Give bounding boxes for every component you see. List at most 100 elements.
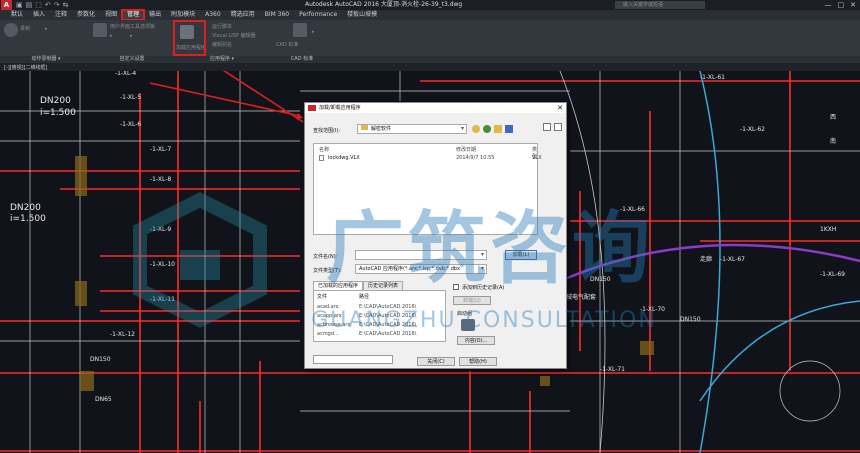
briefcase-icon <box>461 319 475 331</box>
redo-icon[interactable]: ↷ <box>54 0 60 10</box>
viewport-controls[interactable]: [-][俯视][二维线框] <box>0 63 860 71</box>
back-icon[interactable] <box>472 125 480 133</box>
autocad-logo-icon[interactable]: A <box>1 0 12 10</box>
drawing-label: -1-XL-4 <box>115 71 136 77</box>
file-list[interactable]: 名称 修改日期 类型 lockdwg.VLX 2014/9/7 10:55 VL… <box>313 143 542 235</box>
cad-standards-button[interactable]: CAD 标准 <box>276 41 298 49</box>
panel-label-customization: 自定义设置 <box>119 56 145 62</box>
tab-10[interactable]: BIM 360 <box>260 10 294 20</box>
tab-11[interactable]: Performance <box>294 10 342 20</box>
startup-suite-label: 启动组 <box>457 311 473 317</box>
panel-label-action-recorder[interactable]: 动作录制器 ▾ <box>0 56 92 63</box>
tab-2[interactable]: 注释 <box>50 10 72 20</box>
record-icon[interactable] <box>4 23 18 37</box>
app-file-path: E:\CAD\AutoCAD 2016\ <box>359 304 417 310</box>
drawing-label: -1-XL-5 <box>120 94 141 101</box>
minimize-button[interactable]: — <box>825 0 832 10</box>
standards-expand-icon[interactable]: ▸ <box>312 28 315 36</box>
ribbon-tabs: 默认 插入 注释 参数化 视图 管理 输出 附加模块 A360 精选应用 BIM 360 Perfor… <box>0 9 860 21</box>
unload-button[interactable]: 卸载(U) <box>453 296 491 305</box>
app-file-name[interactable]: acbrowse.arx <box>317 322 350 328</box>
file-type: VLX <box>532 155 542 161</box>
column-4 <box>640 341 654 355</box>
open-icon[interactable]: ▤ <box>26 0 33 10</box>
drawing-label: DN200 <box>10 203 41 213</box>
filetype-label: 文件类型(T): <box>313 268 342 274</box>
drawing-label: i=1.500 <box>40 108 76 118</box>
ui-expand-icon[interactable]: ▸ <box>110 32 113 40</box>
undo-icon[interactable]: ↶ <box>45 0 51 10</box>
tab-8[interactable]: A360 <box>200 10 226 20</box>
tab-3[interactable]: 参数化 <box>72 10 100 20</box>
user-interface-button[interactable]: 用户界面 <box>110 23 130 31</box>
search-input[interactable]: 键入关键字或短语 <box>615 1 705 9</box>
drawing-label: -1-XL-8 <box>150 176 171 183</box>
app-file-path: E:\CAD\AutoCAD 2016\ <box>359 313 417 319</box>
tool-palettes-button[interactable]: 工具选项板 <box>130 23 155 31</box>
panel-label-cad-standards: CAD 标准 <box>290 56 314 62</box>
applist-header-path[interactable]: 路径 <box>359 293 369 300</box>
maximize-button[interactable]: □ <box>838 0 845 10</box>
tools-icon[interactable] <box>554 123 562 131</box>
close-dialog-button[interactable]: 关闭(C) <box>417 357 455 366</box>
play-icon[interactable]: ▸ <box>45 25 48 33</box>
help-button[interactable]: 帮助(H) <box>459 357 497 366</box>
history-checkbox-label[interactable]: 添加到历史记录(A) <box>462 284 504 291</box>
run-script-button[interactable]: 运行脚本 <box>212 23 232 31</box>
record-button[interactable]: 录制 <box>20 25 30 33</box>
highlight-box <box>173 20 206 56</box>
column-name[interactable]: 名称 <box>319 146 329 153</box>
tab-6[interactable]: 输出 <box>144 10 166 20</box>
load-button[interactable]: 加载(L) <box>505 250 537 260</box>
look-in-dropdown[interactable]: 解密软件 <box>357 124 467 134</box>
panel-label-applications[interactable]: 应用程序 ▾ <box>172 56 272 63</box>
tab-12[interactable]: 楼板山坡模 <box>342 10 382 20</box>
status-bar <box>313 355 393 364</box>
save-icon[interactable]: ⬚ <box>35 0 42 10</box>
new-icon[interactable]: ▣ <box>16 0 23 10</box>
tab-1[interactable]: 插入 <box>28 10 50 20</box>
view-menu-icon[interactable] <box>505 125 513 133</box>
quick-access-toolbar: ▣ ▤ ⬚ ↶ ↷ ⇆ <box>16 0 69 10</box>
edit-aliases-button[interactable]: 编辑别名 <box>212 41 232 49</box>
look-in-value: 解密软件 <box>371 126 392 132</box>
contents-button[interactable]: 内容(O)... <box>457 336 495 345</box>
tab-7[interactable]: 附加模块 <box>166 10 200 20</box>
app-file-name[interactable]: acmgd... <box>317 331 339 337</box>
history-checkbox[interactable] <box>453 284 459 290</box>
tab-5[interactable]: 管理 <box>121 9 146 21</box>
drawing-label: -1-XL-69 <box>820 271 845 278</box>
tab-4[interactable]: 视图 <box>100 10 122 20</box>
drawing-label: i=1.500 <box>10 214 46 224</box>
round-room <box>779 360 841 422</box>
file-row[interactable]: lockdwg.VLX 2014/9/7 10:55 VLX <box>317 154 542 163</box>
applist-header-file[interactable]: 文件 <box>317 293 327 300</box>
new-folder-icon[interactable] <box>494 125 502 133</box>
app-file-name[interactable]: acapp.arx <box>317 313 342 319</box>
app-file-name[interactable]: acad.arx <box>317 304 339 310</box>
column-2 <box>75 281 87 306</box>
dialog-close-button[interactable]: ✕ <box>557 103 563 113</box>
tab-9[interactable]: 精选应用 <box>226 10 260 20</box>
filetype-dropdown[interactable]: AutoCAD 应用程序(*.arx;*.lsp;*.dvb;*.dbx <box>355 264 487 274</box>
column-modified[interactable]: 修改日期 <box>456 146 476 153</box>
drawing-label: -1-XL-6 <box>120 121 141 128</box>
look-in-label: 查找范围(I): <box>313 128 341 134</box>
filename-input[interactable] <box>355 250 487 260</box>
loaded-applications-list[interactable]: 文件 路径 acad.arx E:\CAD\AutoCAD 2016\ acap… <box>313 290 446 342</box>
drawing-label: -1-XL-11 <box>150 296 175 303</box>
find-icon[interactable] <box>543 123 551 131</box>
tp-expand-icon[interactable]: ▸ <box>130 32 133 40</box>
tab-0[interactable]: 默认 <box>6 10 28 20</box>
cad-standards-icon[interactable] <box>293 23 307 37</box>
close-button[interactable]: ✕ <box>850 0 856 10</box>
share-icon[interactable]: ⇆ <box>63 0 69 10</box>
file-modified: 2014/9/7 10:55 <box>456 155 495 161</box>
filename-label: 文件名(N): <box>313 254 338 260</box>
user-interface-icon[interactable] <box>93 23 107 37</box>
up-folder-icon[interactable] <box>483 125 491 133</box>
visual-lisp-button[interactable]: Visual LISP 编辑器 <box>212 32 256 40</box>
drawing-label: -1-XL-67 <box>720 256 745 263</box>
file-name: lockdwg.VLX <box>328 155 360 161</box>
column-3 <box>80 371 94 391</box>
